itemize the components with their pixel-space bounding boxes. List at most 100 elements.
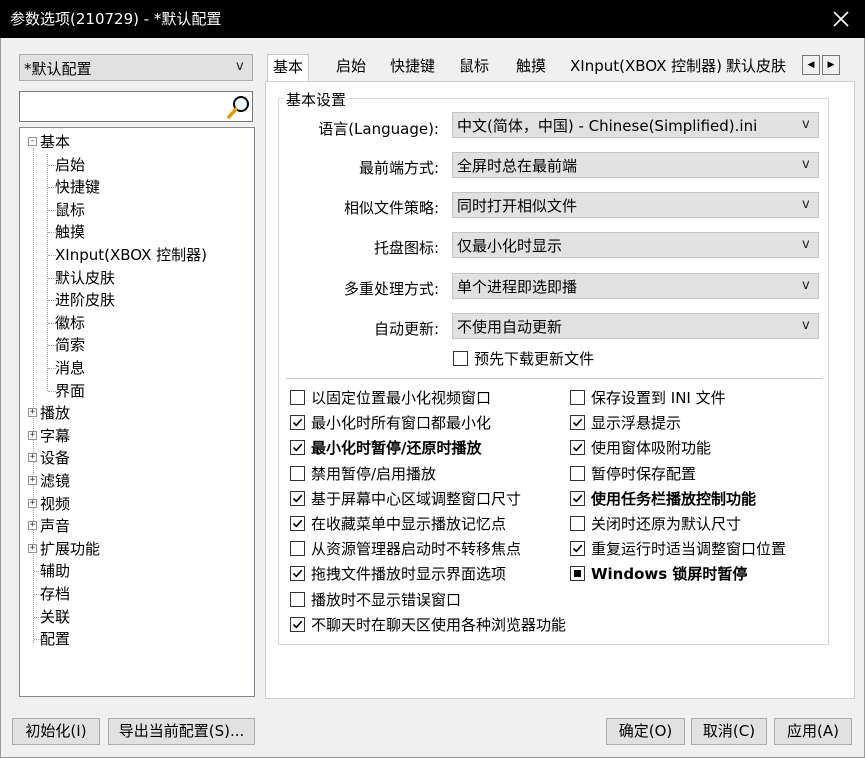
checkbox-checked-icon [570,415,585,431]
tab-xinput[interactable]: XInput(XBOX 控制器) [565,54,727,80]
tree-item-devices[interactable]: 设备 [40,448,70,468]
tree-connector [33,148,34,643]
search-box [19,91,253,122]
tree-item-startup[interactable]: 启始 [55,155,85,175]
tree-item-interface[interactable]: 界面 [55,381,85,401]
window-title: 参数选项(210729) - *默认配置 [10,10,222,28]
tree-item-xinput[interactable]: XInput(XBOX 控制器) [55,245,207,265]
tree-item-search[interactable]: 简索 [55,335,85,355]
similar-files-select[interactable]: 同时打开相似文件 v [452,192,819,218]
tree-item-audio[interactable]: 声音 [40,516,70,536]
checkbox-unchecked-icon [453,351,468,366]
tree-item-mouse[interactable]: 鼠标 [55,200,85,220]
topmost-select[interactable]: 全屏时总在最前端 v [452,152,819,178]
tree-item-default-skin[interactable]: 默认皮肤 [55,268,115,288]
multi-process-label: 多重处理方式: [343,280,439,298]
checkbox-label: 以固定位置最小化视频窗口 [311,389,492,407]
checkbox-label: 关闭时还原为默认尺寸 [591,515,742,533]
expand-icon[interactable]: + [28,521,37,531]
checkbox-unchecked-icon [290,465,305,481]
checkbox-label: 最小化时暂停/还原时播放 [311,439,482,458]
multi-process-select[interactable]: 单个进程即选即播 v [452,273,819,299]
tree-item-messages[interactable]: 消息 [55,358,85,378]
tree-item-video[interactable]: 视频 [40,494,70,514]
tray-icon-select-value: 仅最小化时显示 [457,237,563,255]
divider [286,378,823,379]
similar-files-label: 相似文件策略: [343,199,439,217]
tree-item-subtitles[interactable]: 字幕 [40,426,70,446]
init-button[interactable]: 初始化(I) [12,718,100,745]
checkbox-label: 不聊天时在聊天区使用各种浏览器功能 [311,615,567,634]
tab-hotkeys[interactable]: 快捷键 [385,54,440,80]
expand-icon[interactable]: + [28,430,37,440]
checkbox-unchecked-icon [290,541,305,557]
checkbox-checked-icon [290,566,305,582]
checkbox-label: 在收藏菜单中显示播放记忆点 [311,515,507,533]
topmost-label: 最前端方式: [358,159,439,177]
language-select[interactable]: 中文(简体，中国) - Chinese(Simplified).ini v [452,112,819,138]
checkbox-label: 使用任务栏播放控制功能 [591,489,757,508]
checkbox-label: 从资源管理器启动时不转移焦点 [311,540,522,559]
category-tree: - 基本启始 快捷键鼠标 触摸 XInput(XBOX 控制器) 默认皮肤 进阶皮肤徽标 简索… [19,127,255,697]
tree-item-association[interactable]: 关联 [40,607,70,627]
tree-item-touch[interactable]: 触摸 [55,222,85,242]
tree-item-filters[interactable]: 滤镜 [40,471,70,491]
tree-item-hotkeys[interactable]: 快捷键 [55,177,100,197]
tree-item-extensions[interactable]: 扩展功能 [40,539,100,559]
auto-update-select-value: 不使用自动更新 [457,318,563,336]
tree-item-basic[interactable]: 基本 [40,132,70,152]
tab-scroll-left-icon[interactable]: ◀ [802,55,820,75]
checkbox-unchecked-icon [290,390,305,405]
apply-button[interactable]: 应用(A) [774,718,852,745]
auto-update-select[interactable]: 不使用自动更新 v [452,313,819,339]
tree-item-assist[interactable]: 辅助 [40,561,70,581]
tab-default-skin[interactable]: 默认皮肤 [721,54,791,80]
multi-process-select-value: 单个进程即选即播 [457,278,578,296]
checkbox-unchecked-icon [290,591,305,607]
checkbox-unchecked-icon [570,390,585,405]
expand-icon[interactable]: + [28,476,37,485]
tree-connector [47,154,48,391]
profile-select-value: *默认配置 [24,60,92,78]
expand-icon[interactable]: + [28,543,37,553]
checkbox-checked-icon [570,490,585,506]
tab-touch[interactable]: 触摸 [511,54,551,80]
tab-startup[interactable]: 启始 [331,54,371,80]
close-icon[interactable] [829,7,853,31]
checkbox-label: 最小化时所有窗口都最小化 [311,414,492,433]
checkbox-label: 重复运行时适当调整窗口位置 [591,540,787,559]
tree-item-archive[interactable]: 存档 [40,584,70,604]
checkbox-unchecked-icon [570,465,585,481]
tree-item-playback[interactable]: 播放 [40,403,70,423]
search-icon[interactable] [226,94,252,120]
expand-icon[interactable]: + [28,453,37,463]
auto-update-label: 自动更新: [373,320,439,338]
tree-item-config[interactable]: 配置 [40,629,70,649]
chevron-down-icon: v [236,59,244,74]
tray-icon-select[interactable]: 仅最小化时显示 v [452,232,819,258]
checkbox-label: 保存设置到 INI 文件 [591,389,726,407]
collapse-icon[interactable]: - [28,137,37,146]
topmost-select-value: 全屏时总在最前端 [457,157,578,175]
checkbox-checked-icon [290,440,305,456]
checkbox-label: 基于屏幕中心区域调整窗口尺寸 [311,489,522,508]
search-input[interactable] [22,94,218,119]
checkbox-checked-icon [290,415,305,431]
tab-mouse[interactable]: 鼠标 [454,54,494,80]
export-config-button[interactable]: 导出当前配置(S)... [108,718,255,745]
ok-button[interactable]: 确定(O) [606,718,685,745]
profile-select[interactable]: *默认配置 v [19,54,253,81]
expand-icon[interactable]: + [28,498,37,508]
tree-item-logo[interactable]: 徽标 [55,313,85,333]
checkbox-checked-icon [570,541,585,557]
tab-scroll-right-icon[interactable]: ▶ [822,55,840,75]
expand-icon[interactable]: + [28,408,37,418]
checkbox-label: 使用窗体吸附功能 [591,439,712,458]
checkbox-label: 播放时不显示错误窗口 [311,590,462,609]
tree-item-advanced-skin[interactable]: 进阶皮肤 [55,290,115,310]
chevron-down-icon: v [802,197,810,212]
tab-basic[interactable]: 基本 [267,54,310,82]
cancel-button[interactable]: 取消(C) [691,718,767,745]
checkbox-label: 禁用暂停/启用播放 [311,464,437,483]
checkbox-label: Windows 锁屏时暂停 [591,565,748,584]
